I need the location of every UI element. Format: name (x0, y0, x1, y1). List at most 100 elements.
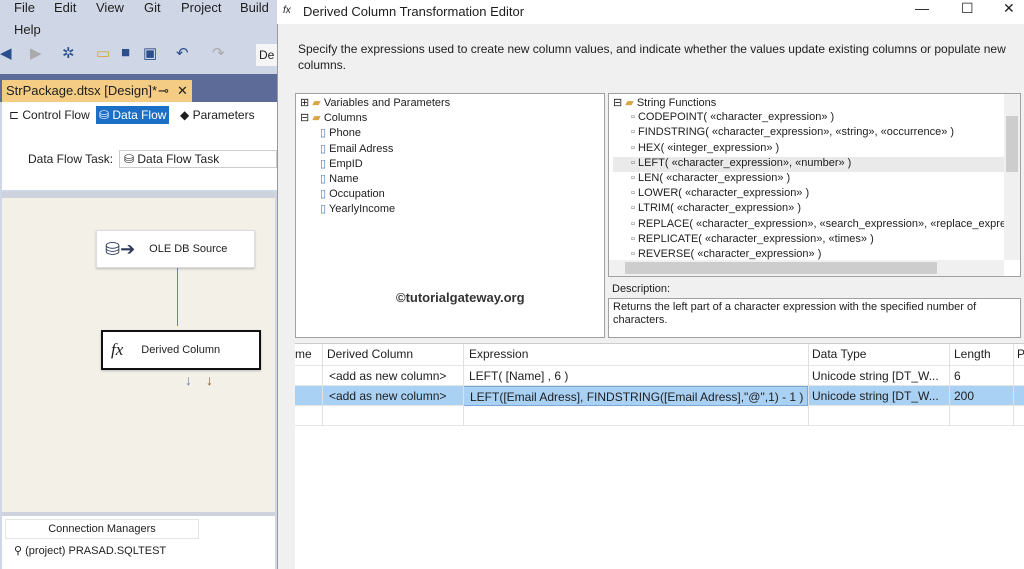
close-button[interactable]: ✕ (1003, 0, 1015, 17)
description-text: Returns the left part of a character exp… (608, 298, 1021, 338)
function-icon: ▫ (631, 202, 635, 215)
header-precision[interactable]: P (1017, 347, 1024, 361)
function-label: REPLACE( «character_expression», «search… (637, 217, 1021, 230)
menu-build[interactable]: Build (240, 0, 269, 15)
header-length[interactable]: Length (954, 347, 991, 361)
data-path-arrow[interactable] (177, 268, 178, 326)
function-item[interactable]: ▫ REPLICATE( «character_expression», «ti… (613, 233, 1016, 248)
function-item[interactable]: ▫ HEX( «integer_expression» ) (613, 142, 1016, 157)
column-icon: ▯ (320, 157, 327, 170)
derived-column-cell[interactable]: <add as new column> (329, 369, 446, 383)
back-icon[interactable]: ◀ (0, 44, 12, 62)
tree-column-item[interactable]: ▯ Phone (300, 126, 600, 141)
data-type-cell[interactable]: Unicode string [DT_W... (812, 389, 947, 403)
function-icon: ▫ (631, 141, 635, 154)
data-flow-icon: ⛁ (99, 108, 113, 122)
document-tab[interactable]: StrPackage.dtsx [Design]* ⊸ ✕ (2, 80, 192, 102)
menu-help[interactable]: Help (14, 22, 41, 37)
new-project-icon[interactable]: ✲ (62, 44, 75, 62)
collapse-icon[interactable]: ⊟ (300, 112, 309, 124)
output-arrow-icon[interactable]: ↓ (185, 372, 192, 388)
tree-column-item[interactable]: ▯ Name (300, 172, 600, 187)
menu-edit[interactable]: Edit (54, 0, 76, 15)
tree-column-item[interactable]: ▯ Occupation (300, 187, 600, 202)
scrollbar-thumb[interactable] (625, 262, 937, 274)
task-combo[interactable]: ⛁ Data Flow Task (119, 150, 277, 168)
tab-label: Parameters (192, 108, 255, 122)
data-type-cell[interactable]: Unicode string [DT_W... (812, 369, 947, 383)
function-label: REVERSE( «character_expression» ) (637, 247, 822, 260)
error-output-arrow-icon[interactable]: ↓ (206, 372, 213, 388)
configuration-combo[interactable]: De (256, 44, 277, 66)
menu-file[interactable]: File (14, 0, 35, 15)
variables-columns-tree[interactable]: ⊞ ▰ Variables and Parameters ⊟ ▰ Columns… (295, 93, 605, 338)
connection-item[interactable]: ⚲ (project) PRASAD.SQLTEST (14, 544, 166, 557)
tree-column-item[interactable]: ▯ Email Adress (300, 142, 600, 157)
ole-db-source-component[interactable]: ⛁➔ OLE DB Source (96, 230, 255, 268)
length-cell[interactable]: 200 (954, 389, 974, 403)
tab-label: Control Flow (22, 108, 90, 122)
table-row-selected[interactable]: <add as new column> LEFT([Email Adress],… (295, 386, 1024, 406)
redo-icon[interactable]: ↷ (212, 44, 225, 62)
close-icon[interactable]: ✕ (177, 83, 188, 99)
save-icon[interactable]: ■ (121, 44, 130, 61)
expression-cell[interactable]: LEFT( [Name] , 6 ) (469, 369, 568, 383)
tree-column-item[interactable]: ▯ EmpID (300, 157, 600, 172)
expression-cell[interactable]: LEFT([Email Adress], FINDSTRING([Email A… (463, 386, 808, 406)
function-label: LEN( «character_expression» ) (637, 171, 791, 184)
function-item[interactable]: ▫ LTRIM( «character_expression» ) (613, 202, 1016, 217)
function-item[interactable]: ▫ FINDSTRING( «character_expression», «s… (613, 126, 1016, 141)
derived-column-cell[interactable]: <add as new column> (329, 389, 446, 403)
connection-icon: ⚲ (14, 545, 26, 557)
grid-header: me Derived Column Expression Data Type L… (295, 344, 1024, 366)
functions-tree[interactable]: ⊟ ▰ String Functions ▫ CODEPOINT( «chara… (608, 93, 1021, 277)
menu-git[interactable]: Git (144, 0, 161, 15)
tab-control-flow[interactable]: ⊏ Control Flow (6, 106, 93, 124)
tab-data-flow[interactable]: ⛁ Data Flow (96, 106, 170, 124)
tab-parameters[interactable]: ◆ Parameters (177, 106, 258, 124)
table-row[interactable]: <add as new column> LEFT( [Name] , 6 ) U… (295, 366, 1024, 386)
column-icon: ▯ (320, 127, 327, 140)
parameters-icon: ◆ (180, 108, 193, 122)
minimize-button[interactable]: — (915, 0, 929, 16)
tree-node-string-functions[interactable]: ⊟ ▰ String Functions (613, 96, 1016, 111)
function-item[interactable]: ▫ LOWER( «character_expression» ) (613, 187, 1016, 202)
column-icon: ▯ (320, 172, 327, 185)
function-item[interactable]: ▫ REPLACE( «character_expression», «sear… (613, 218, 1020, 233)
table-row-empty[interactable] (295, 406, 1024, 426)
length-cell[interactable]: 6 (954, 369, 961, 383)
connection-managers-tab[interactable]: Connection Managers (5, 519, 199, 539)
tree-node-variables[interactable]: ⊞ ▰ Variables and Parameters (300, 96, 600, 111)
header-data-type[interactable]: Data Type (812, 347, 866, 361)
maximize-button[interactable]: ☐ (961, 0, 974, 17)
save-all-icon[interactable]: ▣ (143, 44, 157, 62)
task-label: Data Flow Task: (28, 152, 114, 166)
undo-icon[interactable]: ↶ (176, 44, 189, 62)
pin-icon[interactable]: ⊸ (158, 83, 169, 99)
header-derived-column[interactable]: Derived Column (327, 347, 413, 361)
menu-project[interactable]: Project (181, 0, 221, 15)
function-item[interactable]: ▫ LEFT( «character_expression», «number»… (613, 156, 1016, 172)
column-label: Phone (329, 127, 361, 140)
horizontal-scrollbar[interactable] (609, 260, 1004, 276)
function-icon: ▫ (631, 232, 635, 245)
header-name[interactable]: me (295, 347, 312, 361)
vertical-scrollbar[interactable] (1004, 94, 1020, 260)
folder-icon: ▰ (625, 97, 634, 109)
derived-column-component[interactable]: fx Derived Column (101, 330, 261, 370)
menu-view[interactable]: View (96, 0, 124, 15)
fx-icon: fx (111, 340, 124, 359)
forward-icon[interactable]: ▶ (30, 44, 42, 62)
tree-column-item[interactable]: ▯ YearlyIncome (300, 202, 600, 217)
function-item[interactable]: ▫ LEN( «character_expression» ) (613, 172, 1016, 187)
column-label: Email Adress (329, 142, 394, 155)
derived-columns-grid[interactable]: me Derived Column Expression Data Type L… (295, 343, 1024, 569)
header-expression[interactable]: Expression (469, 347, 528, 361)
open-icon[interactable]: ▭ (96, 44, 110, 62)
tree-node-columns[interactable]: ⊟ ▰ Columns (300, 111, 600, 126)
collapse-icon[interactable]: ⊟ (613, 97, 622, 109)
scrollbar-thumb[interactable] (1006, 116, 1018, 172)
column-label: Name (329, 172, 359, 185)
expand-icon[interactable]: ⊞ (300, 97, 309, 109)
function-item[interactable]: ▫ CODEPOINT( «character_expression» ) (613, 111, 1016, 126)
